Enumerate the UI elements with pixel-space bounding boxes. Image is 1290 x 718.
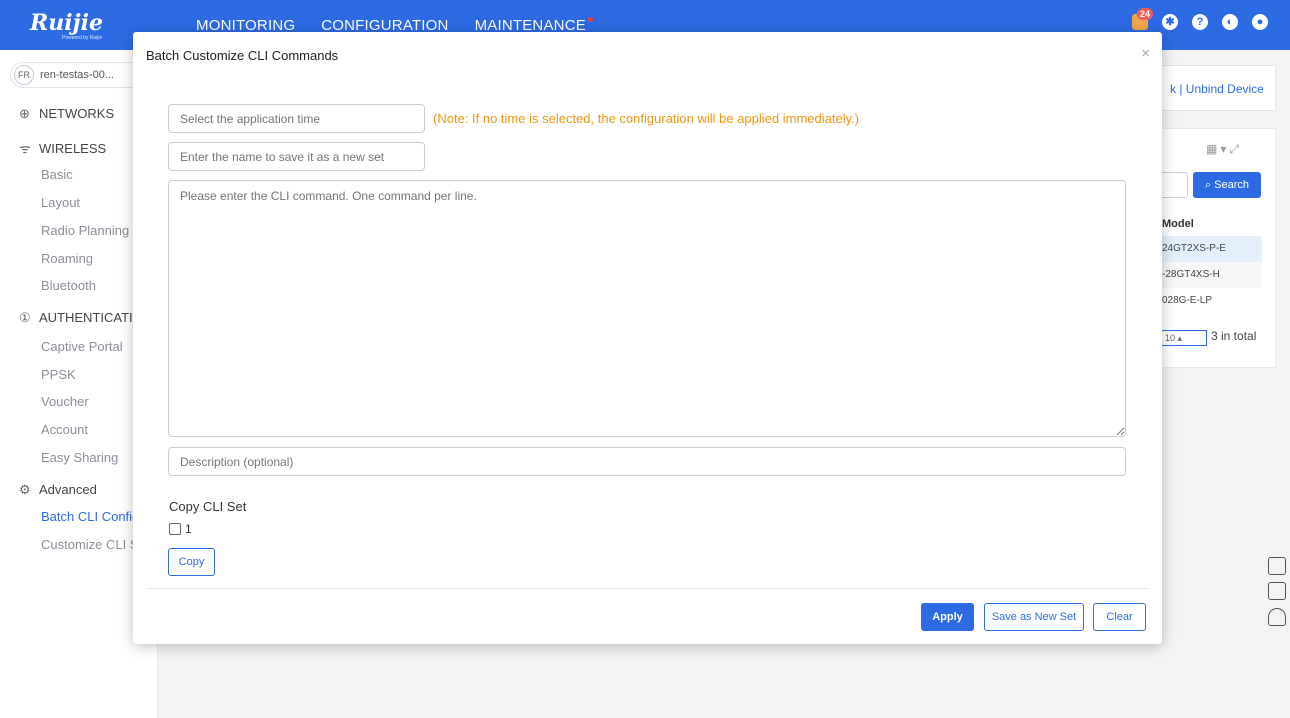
save-as-new-set-button[interactable]: Save as New Set xyxy=(984,603,1084,631)
cli-command-textarea[interactable] xyxy=(168,180,1126,437)
clear-button[interactable]: Clear xyxy=(1093,603,1146,631)
copy-cli-set-title: Copy CLI Set xyxy=(169,499,247,514)
footer-divider xyxy=(146,588,1149,589)
application-time-picker[interactable] xyxy=(168,104,425,133)
modal-title: Batch Customize CLI Commands xyxy=(146,48,339,63)
description-input[interactable] xyxy=(168,447,1126,476)
apply-button[interactable]: Apply xyxy=(921,603,974,631)
set-name-input[interactable] xyxy=(168,142,425,171)
time-note: (Note: If no time is selected, the confi… xyxy=(433,111,860,126)
copy-set-option-label: 1 xyxy=(185,522,192,536)
copy-button[interactable]: Copy xyxy=(168,548,215,576)
close-icon[interactable]: × xyxy=(1141,45,1150,62)
copy-set-option[interactable]: 1 xyxy=(169,522,192,536)
batch-cli-modal: Batch Customize CLI Commands × (Note: If… xyxy=(133,32,1162,644)
copy-set-checkbox[interactable] xyxy=(169,523,181,535)
